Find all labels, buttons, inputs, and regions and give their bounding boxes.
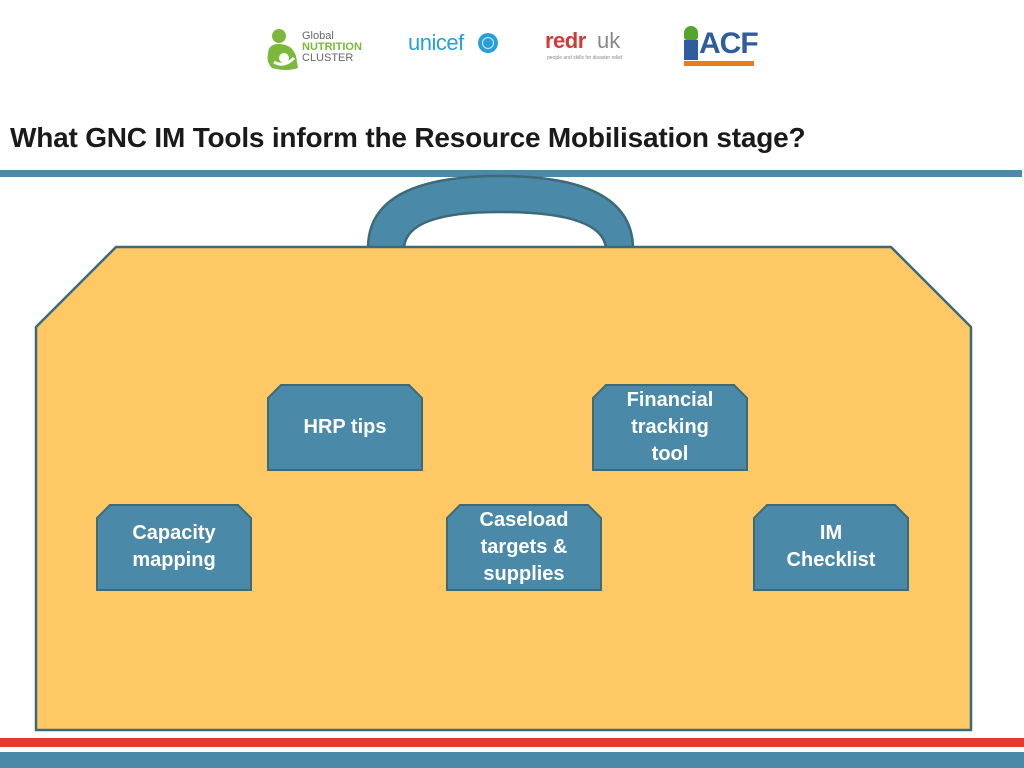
footer-stripe-red <box>0 738 1024 747</box>
tool-capacity-mapping[interactable]: Capacity mapping <box>96 504 252 591</box>
tool-label: Caseload targets & supplies <box>479 508 569 585</box>
briefcase-diagram <box>34 174 973 732</box>
tool-label: Capacity mapping <box>132 522 216 571</box>
briefcase-body <box>34 245 973 732</box>
tool-financial-tracking-tool[interactable]: Financial tracking tool <box>592 384 748 471</box>
tool-im-checklist[interactable]: IM Checklist <box>753 504 909 591</box>
tool-label: HRP tips <box>303 415 387 438</box>
tool-label: Financial tracking tool <box>626 388 714 465</box>
tool-caseload-targets-supplies[interactable]: Caseload targets & supplies <box>446 504 602 591</box>
tool-hrp-tips[interactable]: HRP tips <box>267 384 423 471</box>
footer-stripe-blue <box>0 752 1024 768</box>
tool-label: IM Checklist <box>786 522 876 571</box>
briefcase-handle <box>366 174 635 250</box>
